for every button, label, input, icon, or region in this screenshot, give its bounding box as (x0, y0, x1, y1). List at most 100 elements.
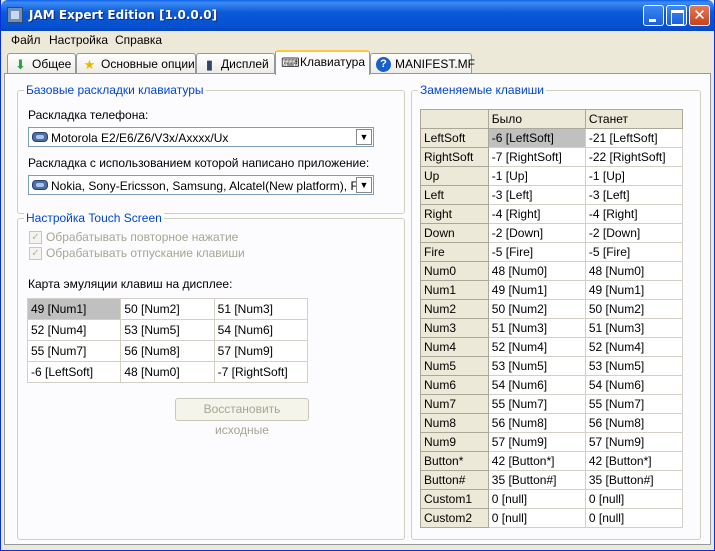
cell-will[interactable]: 54 [Num6] (584, 375, 684, 395)
table-row[interactable]: Down -2 [Down] -2 [Down] (420, 223, 684, 243)
cell-will[interactable]: 48 [Num0] (584, 261, 684, 281)
cell-will[interactable]: 56 [Num8] (584, 413, 684, 433)
grid-cell[interactable]: 50 [Num2] (120, 298, 215, 320)
cell-will[interactable]: 0 [null] (584, 508, 684, 528)
cell-was[interactable]: -5 [Fire] (487, 242, 586, 262)
grid-cell[interactable]: 56 [Num8] (120, 340, 215, 362)
menu-help[interactable]: Справка (115, 33, 162, 47)
cell-will[interactable]: -1 [Up] (584, 166, 684, 186)
table-row[interactable]: Num3 51 [Num3] 51 [Num3] (420, 318, 684, 338)
cell-will[interactable]: -3 [Left] (584, 185, 684, 205)
grid-cell[interactable]: 52 [Num4] (26, 319, 122, 341)
table-row[interactable]: Num5 53 [Num5] 53 [Num5] (420, 356, 684, 376)
cell-was[interactable]: 49 [Num1] (487, 280, 586, 300)
table-row[interactable]: Num1 49 [Num1] 49 [Num1] (420, 280, 684, 300)
cell-was[interactable]: 0 [null] (487, 508, 586, 528)
table-row[interactable]: Num2 50 [Num2] 50 [Num2] (420, 299, 684, 319)
cell-was[interactable]: 48 [Num0] (487, 261, 586, 281)
tab-general[interactable]: ⬇ Общее (7, 53, 76, 74)
cell-will[interactable]: -5 [Fire] (584, 242, 684, 262)
cell-was[interactable]: -3 [Left] (487, 185, 586, 205)
cell-was[interactable]: 52 [Num4] (487, 337, 586, 357)
table-row[interactable]: Right -4 [Right] -4 [Right] (420, 204, 684, 224)
table-row[interactable]: Button# 35 [Button#] 35 [Button#] (420, 470, 684, 490)
tab-keyboard[interactable]: ⌨ Клавиатура (275, 50, 370, 75)
row-key-label: RightSoft (420, 147, 489, 167)
cell-was[interactable]: 53 [Num5] (487, 356, 586, 376)
grid-cell[interactable]: -6 [LeftSoft] (26, 361, 122, 383)
cell-was[interactable]: 55 [Num7] (487, 394, 586, 414)
cell-will[interactable]: 55 [Num7] (584, 394, 684, 414)
cell-will[interactable]: 57 [Num9] (584, 432, 684, 452)
menu-settings[interactable]: Настройка (49, 33, 108, 47)
grid-cell[interactable]: 54 [Num6] (213, 319, 309, 341)
minimize-button[interactable] (643, 5, 664, 26)
maximize-button[interactable] (666, 5, 687, 26)
restore-defaults-button[interactable]: Восстановить исходные (175, 398, 309, 437)
column-header-will[interactable]: Станет (584, 109, 684, 129)
app-layout-select[interactable]: Nokia, Sony-Ericsson, Samsung, Alcatel(N… (28, 175, 374, 195)
phone-icon: ▮ (205, 57, 214, 72)
cell-will[interactable]: 52 [Num4] (584, 337, 684, 357)
grid-cell[interactable]: 53 [Num5] (120, 319, 215, 341)
cell-was[interactable]: 54 [Num6] (487, 375, 586, 395)
cell-was[interactable]: -6 [LeftSoft] (487, 128, 586, 148)
cell-was[interactable]: 0 [null] (487, 489, 586, 509)
grid-row: 55 [Num7] 56 [Num8] 57 [Num9] (26, 340, 309, 362)
grid-cell[interactable]: 57 [Num9] (213, 340, 309, 362)
tab-manifest[interactable]: ? MANIFEST.MF (370, 53, 475, 74)
chevron-down-icon[interactable]: ▼ (356, 129, 372, 145)
column-header-was[interactable]: Было (487, 109, 586, 129)
table-row[interactable]: Num9 57 [Num9] 57 [Num9] (420, 432, 684, 452)
table-row[interactable]: Custom1 0 [null] 0 [null] (420, 489, 684, 509)
table-row[interactable]: LeftSoft -6 [LeftSoft] -21 [LeftSoft] (420, 128, 684, 148)
grid-cell[interactable]: -7 [RightSoft] (213, 361, 309, 383)
table-row[interactable]: Custom2 0 [null] 0 [null] (420, 508, 684, 528)
cell-will[interactable]: -22 [RightSoft] (584, 147, 684, 167)
tab-display[interactable]: ▮ Дисплей (196, 53, 275, 74)
cell-will[interactable]: 35 [Button#] (584, 470, 684, 490)
repeat-press-checkbox[interactable]: ✓ (29, 231, 42, 244)
table-row[interactable]: Fire -5 [Fire] -5 [Fire] (420, 242, 684, 262)
cell-was[interactable]: -2 [Down] (487, 223, 586, 243)
title-bar[interactable]: JAM Expert Edition [1.0.0.0] ✕ (1, 0, 714, 31)
grid-cell[interactable]: 48 [Num0] (120, 361, 215, 383)
cell-was[interactable]: 56 [Num8] (487, 413, 586, 433)
cell-will[interactable]: -4 [Right] (584, 204, 684, 224)
table-row[interactable]: Button* 42 [Button*] 42 [Button*] (420, 451, 684, 471)
menu-file[interactable]: Файл (11, 33, 41, 47)
close-button[interactable]: ✕ (689, 5, 710, 26)
cell-will[interactable]: 0 [null] (584, 489, 684, 509)
cell-will[interactable]: 50 [Num2] (584, 299, 684, 319)
cell-will[interactable]: -21 [LeftSoft] (584, 128, 684, 148)
cell-will[interactable]: 53 [Num5] (584, 356, 684, 376)
table-row[interactable]: Num7 55 [Num7] 55 [Num7] (420, 394, 684, 414)
table-row[interactable]: Num6 54 [Num6] 54 [Num6] (420, 375, 684, 395)
table-row[interactable]: RightSoft -7 [RightSoft] -22 [RightSoft] (420, 147, 684, 167)
tab-main-options[interactable]: ★ Основные опции (76, 53, 196, 74)
cell-was[interactable]: -4 [Right] (487, 204, 586, 224)
cell-will[interactable]: 49 [Num1] (584, 280, 684, 300)
cell-was[interactable]: 35 [Button#] (487, 470, 586, 490)
table-row[interactable]: Left -3 [Left] -3 [Left] (420, 185, 684, 205)
cell-was[interactable]: 57 [Num9] (487, 432, 586, 452)
cell-was[interactable]: 42 [Button*] (487, 451, 586, 471)
chevron-down-icon[interactable]: ▼ (356, 177, 372, 193)
table-row[interactable]: Up -1 [Up] -1 [Up] (420, 166, 684, 186)
grid-cell[interactable]: 51 [Num3] (213, 298, 309, 320)
key-release-checkbox[interactable]: ✓ (29, 247, 42, 260)
table-row[interactable]: Num4 52 [Num4] 52 [Num4] (420, 337, 684, 357)
cell-will[interactable]: 42 [Button*] (584, 451, 684, 471)
app-window: JAM Expert Edition [1.0.0.0] ✕ Файл Наст… (0, 0, 715, 551)
grid-cell[interactable]: 49 [Num1] (26, 298, 122, 320)
grid-cell[interactable]: 55 [Num7] (26, 340, 122, 362)
table-row[interactable]: Num8 56 [Num8] 56 [Num8] (420, 413, 684, 433)
cell-will[interactable]: 51 [Num3] (584, 318, 684, 338)
cell-was[interactable]: -1 [Up] (487, 166, 586, 186)
table-row[interactable]: Num0 48 [Num0] 48 [Num0] (420, 261, 684, 281)
cell-will[interactable]: -2 [Down] (584, 223, 684, 243)
cell-was[interactable]: 50 [Num2] (487, 299, 586, 319)
cell-was[interactable]: -7 [RightSoft] (487, 147, 586, 167)
phone-layout-select[interactable]: Motorola E2/E6/Z6/V3x/Axxxx/Ux ▼ (28, 127, 374, 147)
cell-was[interactable]: 51 [Num3] (487, 318, 586, 338)
